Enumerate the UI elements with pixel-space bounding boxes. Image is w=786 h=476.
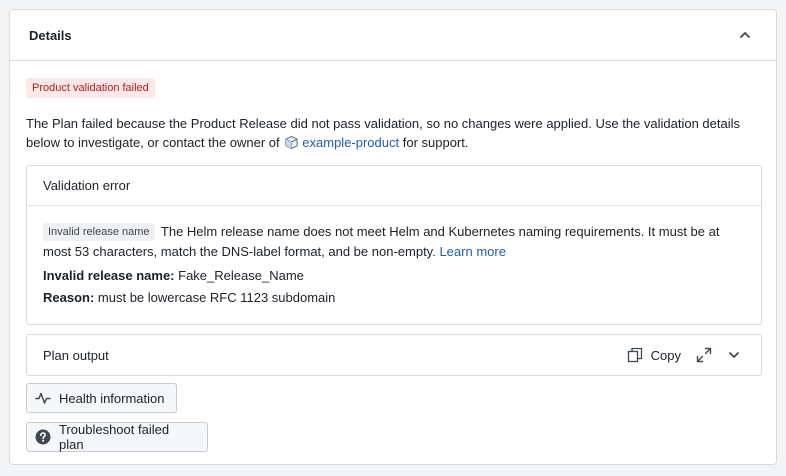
copy-button[interactable]: Copy [627,347,681,363]
invalid-name-value: Fake_Release_Name [178,268,304,283]
duplicate-icon [627,347,642,363]
expand-section-button[interactable] [723,344,745,366]
reason-line: Reason: must be lowercase RFC 1123 subdo… [43,288,745,308]
copy-label: Copy [650,347,681,363]
health-information-button[interactable]: Health information [26,383,177,413]
error-tag: Invalid release name [43,223,155,241]
plan-output-panel[interactable]: Plan output Copy [26,334,762,376]
details-title: Details [29,27,72,43]
maximize-icon [696,347,712,363]
details-card: Details Product validation failed The Pl… [9,9,777,465]
reason-value: must be lowercase RFC 1123 subdomain [97,290,336,305]
product-link[interactable]: example-product [302,135,399,150]
collapse-button[interactable] [734,24,756,46]
failure-message-suffix: for support. [402,135,469,150]
validation-description: Invalid release name The Helm release na… [43,222,745,262]
expand-button[interactable] [693,344,715,366]
invalid-name-label: Invalid release name: [43,268,175,283]
invalid-name-line: Invalid release name: Fake_Release_Name [43,266,745,286]
status-badge: Product validation failed [26,78,155,98]
learn-more-link[interactable]: Learn more [439,244,505,259]
pulse-icon [35,392,51,404]
reason-label: Reason: [43,290,95,305]
question-circle-icon [35,429,51,445]
troubleshoot-label: Troubleshoot failed plan [58,422,170,452]
cube-icon [285,135,298,150]
health-information-label: Health information [59,390,165,406]
validation-error-panel: Validation error Invalid release name Th… [26,165,762,325]
troubleshoot-button[interactable]: Troubleshoot failed plan [26,422,208,452]
failure-message: The Plan failed because the Product Rele… [26,114,756,152]
chevron-down-icon [729,352,739,358]
details-header[interactable]: Details [10,10,776,61]
plan-output-title: Plan output [43,347,109,363]
validation-error-title: Validation error [27,166,761,206]
chevron-up-icon [740,32,750,38]
